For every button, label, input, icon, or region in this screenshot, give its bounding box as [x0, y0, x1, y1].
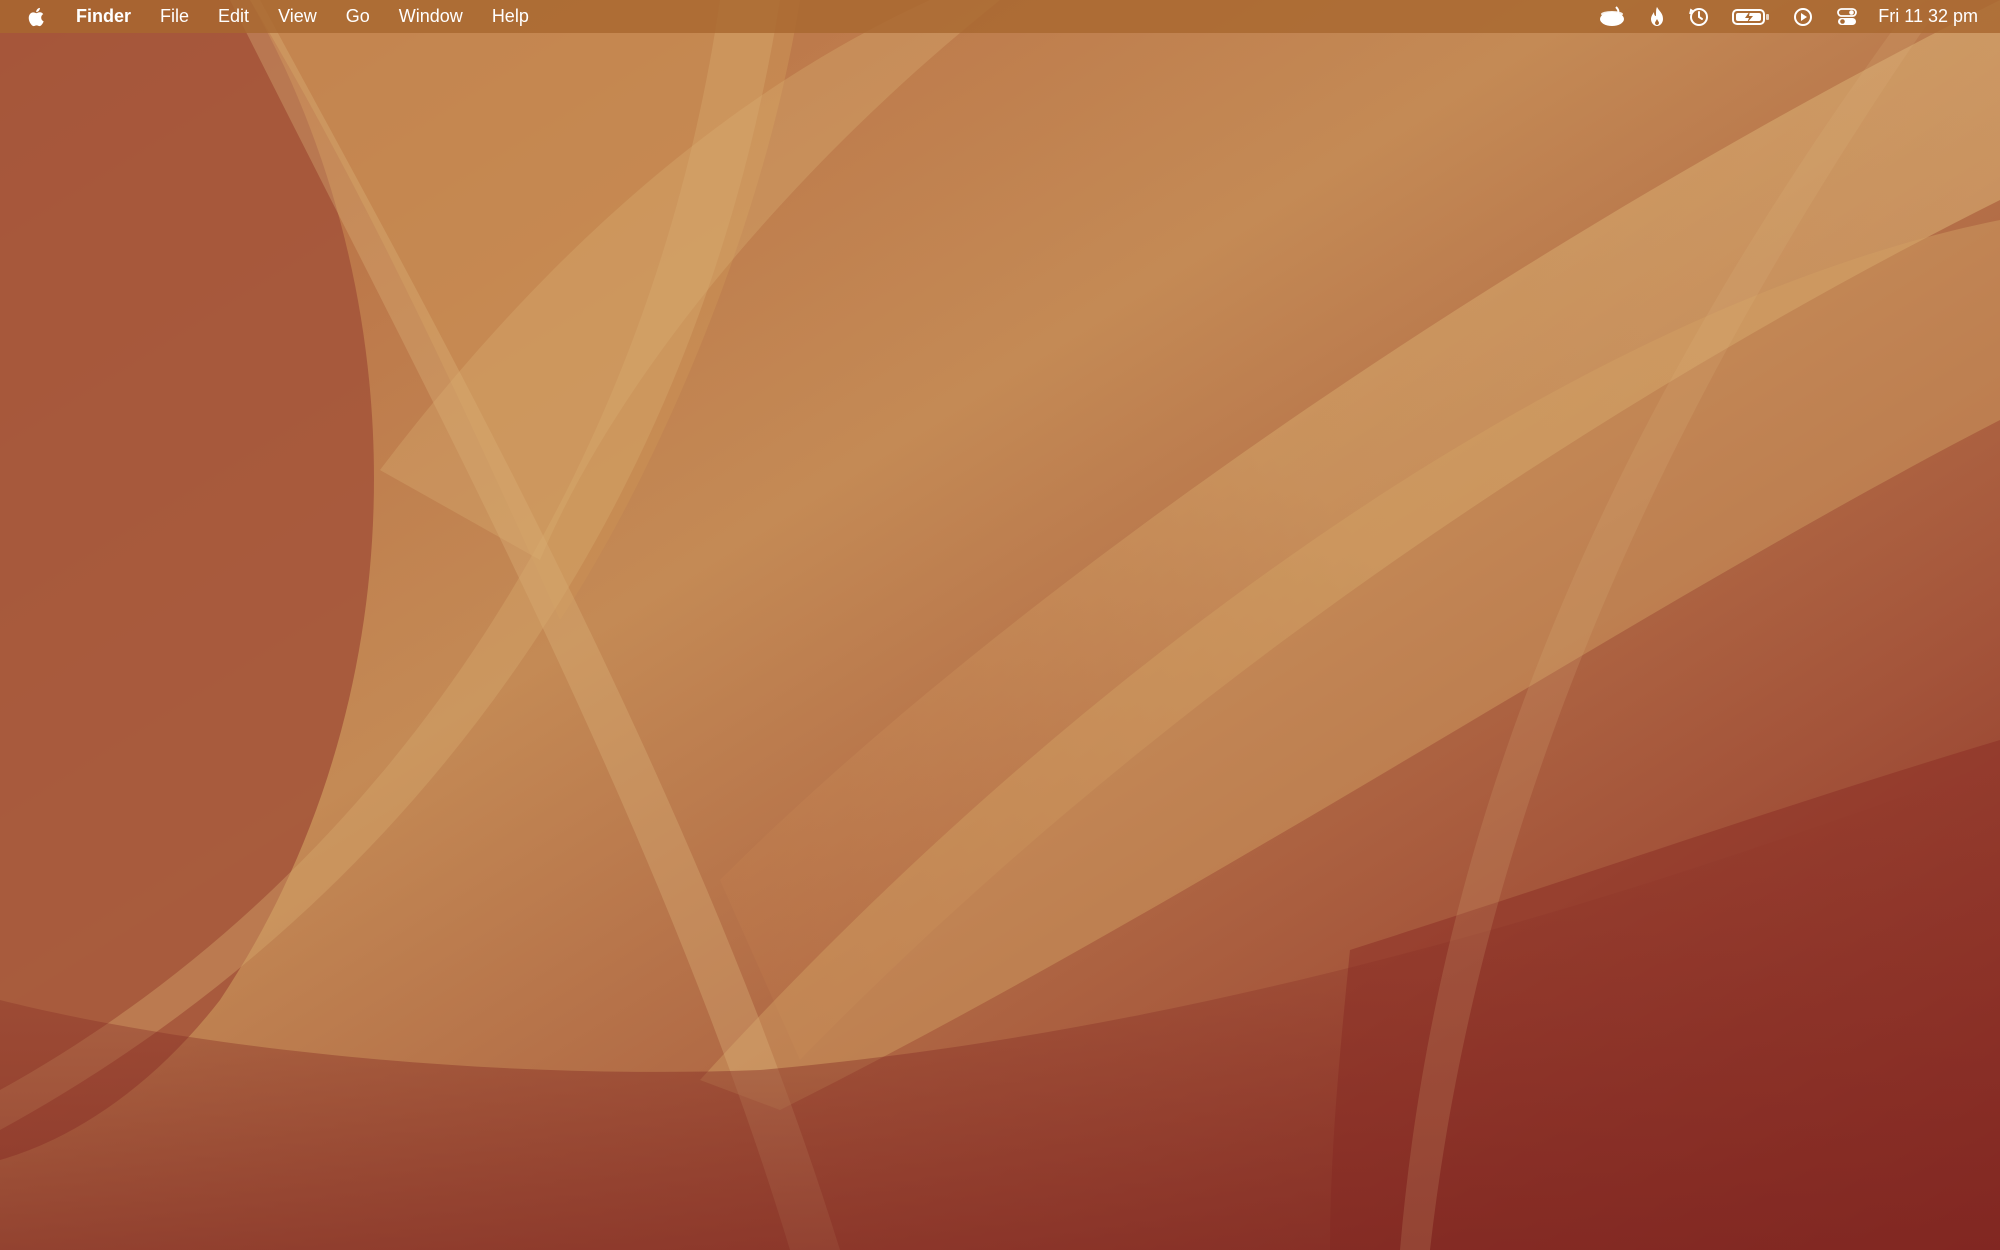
apple-logo-icon[interactable]: [26, 5, 48, 29]
time-machine-icon[interactable]: [1688, 0, 1710, 33]
menu-edit[interactable]: Edit: [218, 0, 249, 33]
menu-help[interactable]: Help: [492, 0, 529, 33]
play-icon[interactable]: [1792, 0, 1814, 33]
menu-window[interactable]: Window: [399, 0, 463, 33]
menu-go[interactable]: Go: [346, 0, 370, 33]
battery-charging-icon[interactable]: [1732, 0, 1770, 33]
menu-bar: Finder File Edit View Go Window Help Fri…: [0, 0, 2000, 33]
control-center-icon[interactable]: [1836, 0, 1858, 33]
wallpaper: [0, 0, 2000, 1250]
desktop[interactable]: Finder File Edit View Go Window Help Fri…: [0, 0, 2000, 1250]
bowl-icon[interactable]: [1598, 0, 1626, 33]
menu-file[interactable]: File: [160, 0, 189, 33]
flame-icon[interactable]: [1648, 0, 1666, 33]
menu-bar-right: Fri 11 32 pm: [1576, 0, 2000, 33]
menu-bar-clock[interactable]: Fri 11 32 pm: [1878, 0, 1978, 33]
menu-bar-left: Finder File Edit View Go Window Help: [0, 0, 558, 33]
menu-app-name[interactable]: Finder: [76, 0, 131, 33]
menu-view[interactable]: View: [278, 0, 317, 33]
